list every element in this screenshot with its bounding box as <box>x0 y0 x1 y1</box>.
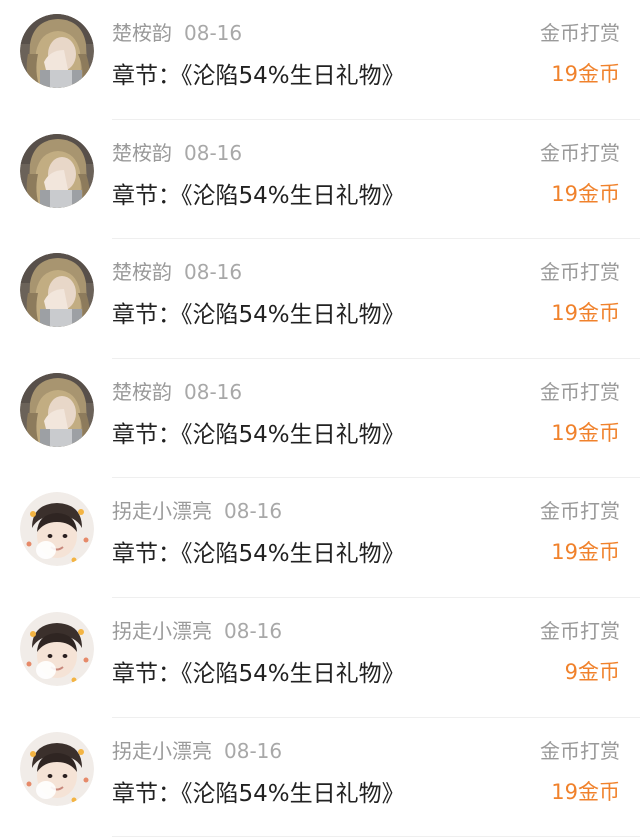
reward-record-row[interactable]: 楚桉韵 08-16 金币打赏章节：《沦陷54%生日礼物》 19金币 <box>0 239 640 359</box>
username[interactable]: 楚桉韵 <box>112 21 172 45</box>
record-date: 08-16 <box>224 738 283 763</box>
record-date: 08-16 <box>224 618 283 643</box>
reward-amount: 19金币 <box>551 301 620 326</box>
reward-type: 金币打赏 <box>540 618 620 643</box>
record-meta: 楚桉韵 08-16 <box>112 17 242 46</box>
reward-amount: 19金币 <box>551 779 620 804</box>
user-avatar-dark-hair[interactable] <box>20 731 94 806</box>
reward-record-row[interactable]: 楚桉韵 08-16 金币打赏章节：《沦陷54%生日礼物》 19金币 <box>0 0 640 120</box>
chapter-title: 章节：《沦陷54%生日礼物》 <box>112 302 405 329</box>
user-avatar-blonde-hair[interactable] <box>20 372 94 447</box>
user-avatar-blonde-hair[interactable] <box>20 253 94 328</box>
username[interactable]: 拐走小漂亮 <box>112 499 212 523</box>
chapter-title: 章节：《沦陷54%生日礼物》 <box>112 63 405 89</box>
chapter-title: 章节：《沦陷54%生日礼物》 <box>112 780 405 807</box>
record-date: 08-16 <box>184 21 243 45</box>
reward-type: 金币打赏 <box>540 140 620 165</box>
chapter-title: 章节：《沦陷54%生日礼物》 <box>112 541 405 568</box>
reward-record-row[interactable]: 拐走小漂亮 08-16 金币打赏章节：《沦陷54%生日礼物》 19金币 <box>0 718 640 837</box>
chapter-title: 章节：《沦陷54%生日礼物》 <box>112 182 405 209</box>
record-meta: 拐走小漂亮 08-16 <box>112 495 282 524</box>
user-avatar-dark-hair[interactable] <box>20 611 94 686</box>
reward-record-row[interactable]: 拐走小漂亮 08-16 金币打赏章节：《沦陷54%生日礼物》 19金币 <box>0 478 640 598</box>
reward-record-row[interactable]: 拐走小漂亮 08-16 金币打赏章节：《沦陷54%生日礼物》 9金币 <box>0 598 640 718</box>
user-avatar-dark-hair[interactable] <box>20 492 94 567</box>
reward-amount: 19金币 <box>551 181 620 206</box>
user-avatar-blonde-hair[interactable] <box>20 133 94 208</box>
username[interactable]: 楚桉韵 <box>112 141 172 165</box>
record-date: 08-16 <box>184 379 243 404</box>
reward-amount: 19金币 <box>551 420 620 445</box>
record-date: 08-16 <box>184 140 243 165</box>
username[interactable]: 拐走小漂亮 <box>112 739 212 763</box>
reward-amount: 9金币 <box>564 659 620 684</box>
reward-record-row[interactable]: 楚桉韵 08-16 金币打赏章节：《沦陷54%生日礼物》 19金币 <box>0 120 640 240</box>
record-date: 08-16 <box>184 260 243 285</box>
chapter-title: 章节：《沦陷54%生日礼物》 <box>112 421 405 448</box>
record-meta: 楚桉韵 08-16 <box>112 137 242 166</box>
reward-record-row[interactable]: 楚桉韵 08-16 金币打赏章节：《沦陷54%生日礼物》 19金币 <box>0 359 640 479</box>
username[interactable]: 楚桉韵 <box>112 380 172 404</box>
reward-type: 金币打赏 <box>540 379 620 404</box>
reward-type: 金币打赏 <box>540 738 620 763</box>
user-avatar-blonde-hair[interactable] <box>20 14 94 88</box>
username[interactable]: 拐走小漂亮 <box>112 619 212 643</box>
reward-type: 金币打赏 <box>540 260 620 285</box>
chapter-title: 章节：《沦陷54%生日礼物》 <box>112 660 405 687</box>
record-meta: 拐走小漂亮 08-16 <box>112 735 282 764</box>
reward-record-list: 楚桉韵 08-16 金币打赏 章节：《沦陷54%生日礼物》 19金币 楚桉韵 08-16 金… <box>0 0 640 837</box>
reward-amount: 19金币 <box>551 62 620 86</box>
reward-type: 金币打赏 <box>540 21 620 45</box>
record-date: 08-16 <box>224 499 283 524</box>
username[interactable]: 楚桉韵 <box>112 260 172 284</box>
record-meta: 拐走小漂亮 08-16 <box>112 615 282 644</box>
reward-amount: 19金币 <box>551 540 620 565</box>
record-meta: 楚桉韵 08-16 <box>112 376 242 405</box>
record-meta: 楚桉韵 08-16 <box>112 256 242 285</box>
reward-type: 金币打赏 <box>540 499 620 524</box>
